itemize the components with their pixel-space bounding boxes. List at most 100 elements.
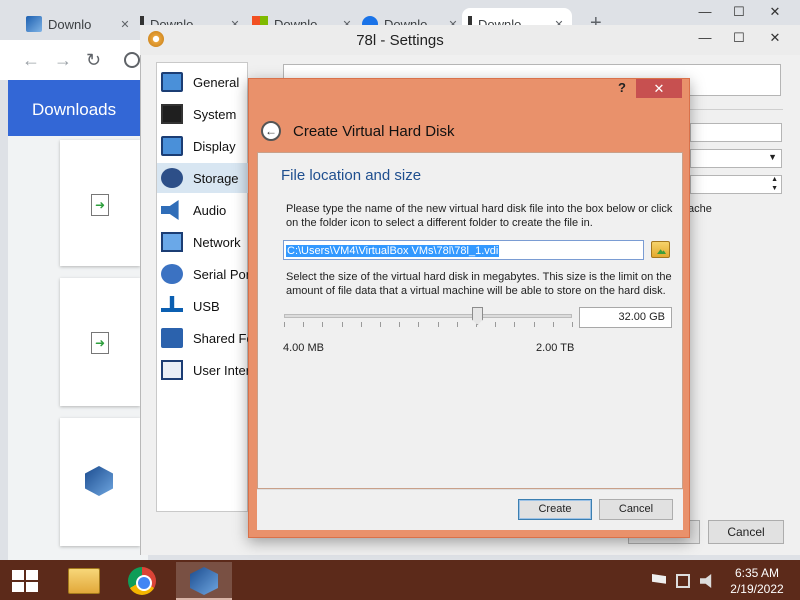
file-path-input[interactable]: C:\Users\VM4\VirtualBox VMs\78l\78l_1.vd… bbox=[283, 240, 644, 260]
sidebar-item-display[interactable]: Display bbox=[157, 131, 248, 161]
virtualbox-icon bbox=[85, 466, 113, 496]
sidebar-item-general[interactable]: General bbox=[157, 67, 248, 97]
slider-tick bbox=[418, 322, 419, 327]
download-item[interactable] bbox=[60, 418, 140, 546]
tab-title: Downlo bbox=[48, 16, 92, 32]
site-info-icon[interactable] bbox=[124, 52, 140, 68]
size-slider-track[interactable] bbox=[284, 314, 572, 318]
slider-tick bbox=[534, 322, 535, 327]
slider-tick bbox=[438, 322, 439, 327]
port-count-spinner[interactable]: ▲ ▼ bbox=[690, 175, 782, 194]
choose-folder-icon[interactable] bbox=[651, 241, 670, 258]
size-instructions: Select the size of the virtual hard disk… bbox=[286, 271, 672, 297]
location-instructions: Please type the name of the new virtual … bbox=[286, 203, 673, 229]
host-io-cache-label: ache bbox=[688, 203, 712, 215]
network-tray-icon[interactable] bbox=[676, 574, 690, 588]
back-button[interactable]: ← bbox=[22, 50, 40, 71]
sidebar-item-label: USB bbox=[193, 298, 220, 314]
maximize-button[interactable]: ☐ bbox=[724, 2, 754, 22]
network-icon bbox=[161, 232, 183, 252]
spinner-up-icon[interactable]: ▲ bbox=[771, 176, 778, 183]
create-button[interactable]: Create bbox=[518, 499, 592, 520]
folder-icon bbox=[68, 568, 100, 594]
help-button[interactable]: ? bbox=[618, 80, 626, 95]
slider-tick bbox=[322, 322, 323, 327]
sidebar-item-storage[interactable]: Storage bbox=[157, 163, 248, 193]
audio-icon bbox=[161, 200, 179, 220]
download-item[interactable]: ➜ bbox=[60, 278, 140, 406]
slider-tick bbox=[342, 322, 343, 327]
sidebar-item-shared-folders[interactable]: Shared Folders bbox=[157, 323, 248, 353]
settings-maximize-button[interactable]: ☐ bbox=[724, 28, 754, 48]
close-icon[interactable]: ✕ bbox=[118, 18, 132, 31]
reload-button[interactable]: ↻ bbox=[86, 50, 101, 71]
sidebar-item-audio[interactable]: Audio bbox=[157, 195, 248, 225]
slider-tick bbox=[284, 322, 285, 327]
forward-button[interactable]: → bbox=[54, 50, 72, 71]
dialog-heading: Create Virtual Hard Disk bbox=[293, 123, 455, 140]
sidebar-item-label: Audio bbox=[193, 202, 227, 218]
clock-date: 2/19/2022 bbox=[730, 582, 784, 596]
taskbar-virtualbox[interactable] bbox=[176, 562, 232, 600]
sidebar-item-label: System bbox=[193, 106, 237, 122]
general-icon bbox=[161, 72, 183, 92]
sidebar-item-label: Storage bbox=[193, 170, 239, 186]
sidebar-item-system[interactable]: System bbox=[157, 99, 248, 129]
file-icon: ➜ bbox=[91, 194, 109, 216]
display-icon bbox=[161, 136, 183, 156]
min-size-label: 4.00 MB bbox=[283, 342, 324, 354]
downloads-header: Downloads bbox=[8, 80, 140, 136]
back-arrow-icon[interactable]: ← bbox=[261, 121, 281, 141]
slider-tick bbox=[399, 322, 400, 327]
user-interface-icon bbox=[161, 360, 183, 380]
sidebar-item-label: Shared Folders bbox=[193, 330, 248, 346]
sidebar-item-user-interface[interactable]: User Interface bbox=[157, 355, 248, 385]
slider-tick bbox=[380, 322, 381, 327]
settings-close-button[interactable]: ✕ bbox=[760, 28, 790, 48]
storage-icon bbox=[161, 168, 183, 188]
dialog-cancel-button[interactable]: Cancel bbox=[599, 499, 673, 520]
sidebar-item-usb[interactable]: USB bbox=[157, 291, 248, 321]
windows-start-icon[interactable] bbox=[12, 570, 38, 592]
system-icon bbox=[161, 104, 183, 124]
file-icon: ➜ bbox=[91, 332, 109, 354]
clock-time: 6:35 AM bbox=[734, 566, 780, 580]
virtualbox-icon bbox=[190, 567, 218, 595]
shared-folders-icon bbox=[161, 328, 183, 348]
slider-tick bbox=[572, 322, 573, 327]
sidebar-item-serial-ports[interactable]: Serial Ports bbox=[157, 259, 248, 289]
dialog-close-button[interactable]: ✕ bbox=[636, 79, 682, 98]
sidebar-item-label: Display bbox=[193, 138, 236, 154]
slider-tick bbox=[361, 322, 362, 327]
serial-ports-icon bbox=[161, 264, 183, 284]
type-dropdown[interactable]: ▼ bbox=[690, 149, 782, 168]
section-title: File location and size bbox=[281, 167, 422, 184]
chevron-down-icon: ▼ bbox=[768, 152, 777, 162]
slider-tick bbox=[457, 322, 458, 327]
sidebar-item-label: Network bbox=[193, 234, 241, 250]
minimize-button[interactable]: — bbox=[690, 2, 720, 22]
spinner-down-icon[interactable]: ▼ bbox=[771, 185, 778, 192]
file-path-value: C:\Users\VM4\VirtualBox VMs\78l\78l_1.vd… bbox=[286, 245, 500, 257]
close-button[interactable]: ✕ bbox=[760, 2, 790, 22]
name-field[interactable] bbox=[690, 123, 782, 142]
settings-cancel-button[interactable]: Cancel bbox=[708, 520, 784, 544]
chrome-icon bbox=[128, 567, 156, 595]
download-item[interactable]: ➜ bbox=[60, 140, 140, 266]
taskbar-clock[interactable]: 6:35 AM 2/19/2022 bbox=[722, 565, 792, 597]
sidebar-item-network[interactable]: Network bbox=[157, 227, 248, 257]
sidebar-item-label: Serial Ports bbox=[193, 266, 248, 282]
sidebar-item-label: General bbox=[193, 74, 240, 90]
max-size-label: 2.00 TB bbox=[536, 342, 575, 354]
slider-tick bbox=[553, 322, 554, 327]
taskbar-file-explorer[interactable] bbox=[56, 562, 112, 600]
slider-tick bbox=[303, 322, 304, 327]
taskbar-chrome[interactable] bbox=[114, 562, 170, 600]
virtualbox-icon bbox=[26, 16, 42, 32]
settings-minimize-button[interactable]: — bbox=[690, 28, 720, 48]
size-input[interactable]: 32.00 GB bbox=[579, 307, 672, 328]
usb-icon bbox=[161, 296, 183, 312]
browser-tab-1[interactable]: Downlo ✕ bbox=[20, 8, 138, 40]
slider-tick bbox=[495, 322, 496, 327]
slider-tick bbox=[514, 322, 515, 327]
